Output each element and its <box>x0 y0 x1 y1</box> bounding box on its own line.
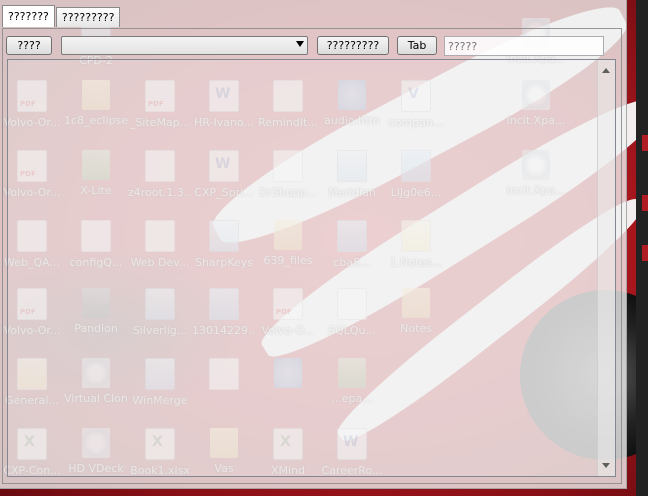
toolbar-button-2[interactable]: ????????? <box>317 36 389 55</box>
tab-secondary[interactable]: ????????? <box>55 7 121 27</box>
scroll-down-icon[interactable] <box>602 463 610 468</box>
chevron-down-icon[interactable] <box>296 41 304 47</box>
vertical-scrollbar[interactable] <box>597 60 615 476</box>
toolbar: ???? ????????? Tab <box>0 36 626 58</box>
app-window: ??????? ????????? ???? ????????? Tab <box>0 0 627 489</box>
text-input[interactable] <box>444 36 604 56</box>
scroll-up-icon[interactable] <box>602 68 610 73</box>
toolbar-button-1[interactable]: ???? <box>6 36 52 55</box>
tab-button[interactable]: Tab <box>397 36 437 55</box>
tab-bar: ??????? ????????? <box>2 5 121 29</box>
tab-main[interactable]: ??????? <box>2 5 55 27</box>
dropdown-select[interactable] <box>61 36 308 55</box>
list-box[interactable] <box>7 59 616 477</box>
